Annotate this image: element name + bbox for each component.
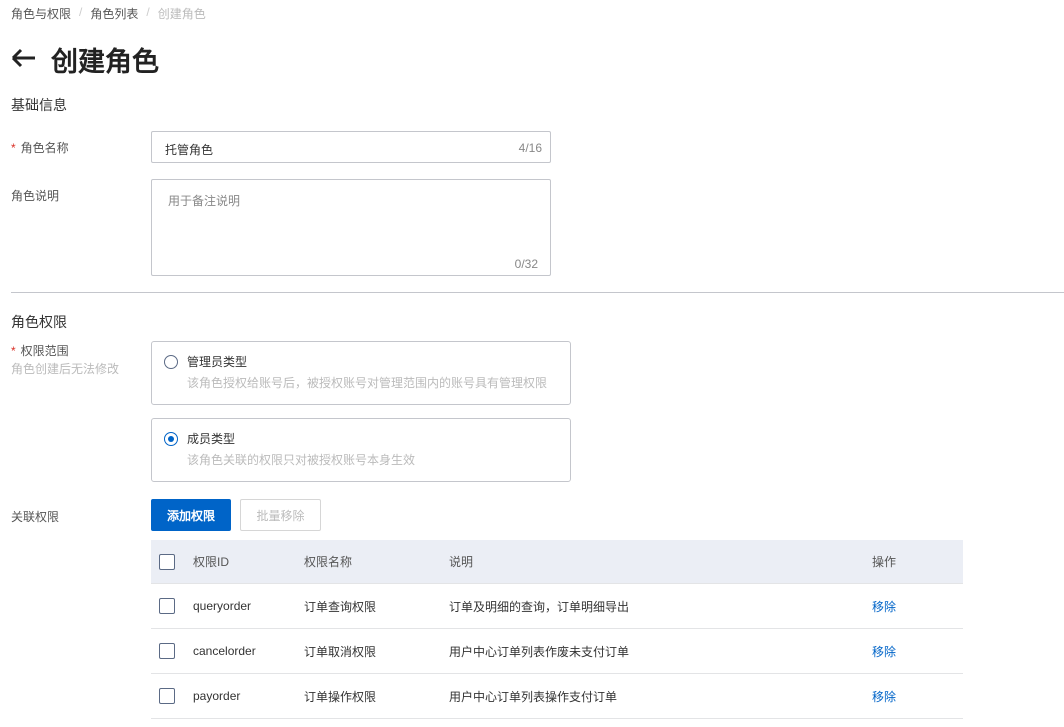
cell-name: 订单查询权限 [304,599,377,614]
role-name-label: * 角色名称 [11,139,69,156]
cell-desc: 用户中心订单列表操作支付订单 [449,689,618,704]
scope-option-member[interactable]: 成员类型 该角色关联的权限只对被授权账号本身生效 [151,418,571,482]
section-permission-heading: 角色权限 [11,314,67,330]
breadcrumb-separator: / [146,5,150,19]
row-checkbox[interactable] [159,598,175,614]
header-name: 权限名称 [304,555,353,569]
breadcrumb-separator: / [79,5,83,19]
role-desc-label: 角色说明 [11,189,60,203]
remove-link[interactable]: 移除 [872,688,896,705]
section-divider [11,292,1064,293]
required-mark: * [11,141,16,155]
breadcrumb-role-list[interactable]: 角色列表 [90,5,138,22]
required-mark: * [11,344,16,358]
scope-option-admin[interactable]: 管理员类型 该角色授权给账号后，被授权账号对管理范围内的账号具有管理权限 [151,341,571,405]
page-title: 创建角色 [51,47,159,77]
page-header: 创建角色 [11,40,159,79]
cell-name: 订单操作权限 [304,689,377,704]
option-title: 成员类型 [187,432,236,446]
radio-admin[interactable] [164,355,178,369]
header-desc: 说明 [449,555,474,569]
cell-desc: 订单及明细的查询，订单明细导出 [449,599,630,614]
breadcrumb-current: 创建角色 [157,7,206,21]
role-name-value: 托管角色 [165,143,214,157]
section-basic-heading: 基础信息 [11,97,67,113]
option-desc: 该角色授权给账号后，被授权账号对管理范围内的账号具有管理权限 [187,376,548,390]
cell-name: 订单取消权限 [304,644,377,659]
remove-link[interactable]: 移除 [872,643,896,660]
role-desc-placeholder: 用于备注说明 [168,194,241,208]
breadcrumb-roles-permissions[interactable]: 角色与权限 [11,5,71,22]
cell-desc: 用户中心订单列表作废未支付订单 [449,644,630,659]
role-desc-count: 0/32 [514,257,538,271]
radio-member[interactable] [164,432,178,446]
cell-id: queryorder [193,599,252,613]
scope-hint: 角色创建后无法修改 [11,362,120,376]
role-desc-textarea[interactable]: 用于备注说明 0/32 [151,179,551,276]
cell-id: cancelorder [193,644,256,658]
back-arrow-icon[interactable] [11,44,37,75]
table-header: 权限ID 权限名称 说明 操作 [151,540,963,584]
header-action: 操作 [872,555,897,569]
role-name-input[interactable]: 托管角色 4/16 [151,131,551,163]
add-permission-button[interactable]: 添加权限 [151,499,231,531]
table-row: cancelorder 订单取消权限 用户中心订单列表作废未支付订单 移除 [151,629,963,674]
table-row: payorder 订单操作权限 用户中心订单列表操作支付订单 移除 [151,674,963,719]
select-all-checkbox[interactable] [159,553,175,570]
batch-remove-button[interactable]: 批量移除 [240,499,321,531]
option-desc: 该角色关联的权限只对被授权账号本身生效 [187,453,416,467]
row-checkbox[interactable] [159,688,175,704]
assoc-permission-label: 关联权限 [11,510,60,524]
scope-label-text: 权限范围 [20,344,69,358]
remove-link[interactable]: 移除 [872,598,896,615]
table-row: queryorder 订单查询权限 订单及明细的查询，订单明细导出 移除 [151,584,963,629]
breadcrumb: 角色与权限 / 角色列表 / 创建角色 [11,5,206,22]
role-name-count: 4/16 [518,141,542,155]
option-title: 管理员类型 [187,355,248,369]
scope-label: * 权限范围 [11,342,69,359]
permission-table: 权限ID 权限名称 说明 操作 queryorder 订单查询权限 订单及明细的… [151,540,963,719]
header-id: 权限ID [193,555,230,569]
row-checkbox[interactable] [159,643,175,659]
role-name-label-text: 角色名称 [20,141,69,155]
cell-id: payorder [193,689,241,703]
